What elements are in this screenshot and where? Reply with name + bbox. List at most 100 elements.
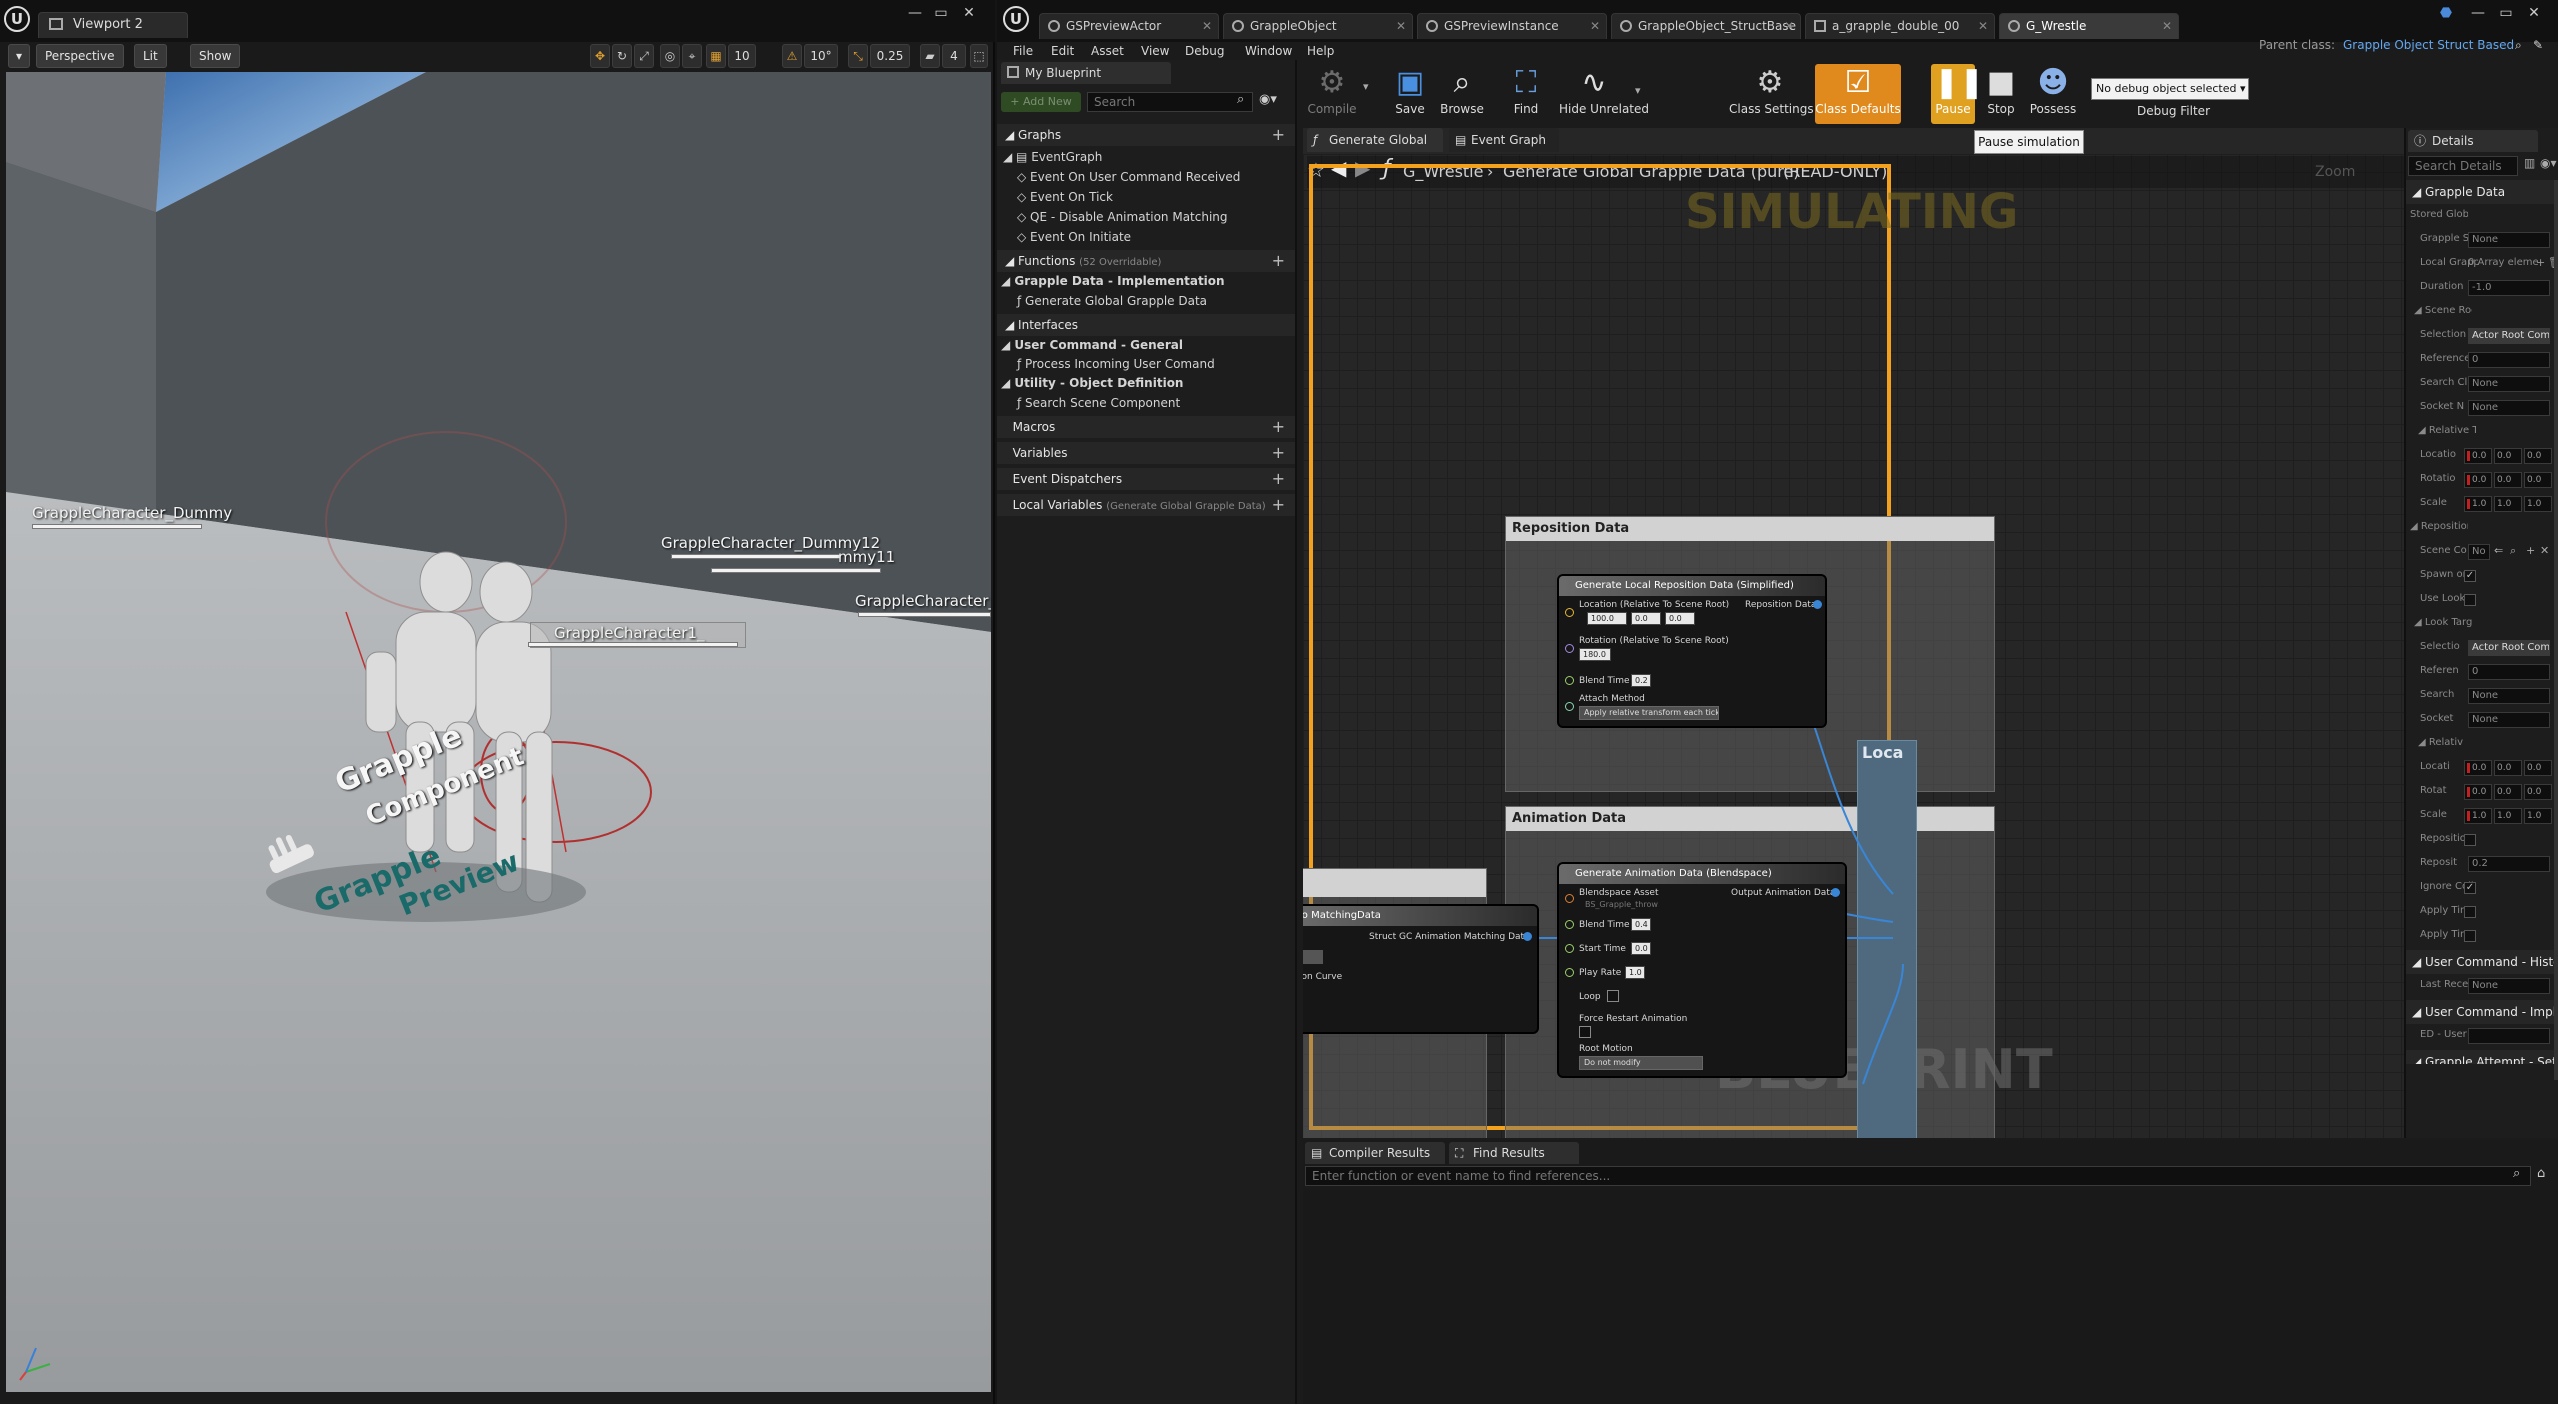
struct-output-pin-icon[interactable] [1831,888,1840,897]
world-local-icon[interactable]: ◎ [660,44,680,68]
rotation-snap-icon[interactable]: ⚠ [782,44,802,68]
vector-y-input[interactable]: 1.0 [2494,808,2522,824]
attach-method-select[interactable]: Apply relative transform each tick [1579,706,1719,720]
add-icon[interactable]: + [2526,544,2535,557]
surface-snap-icon[interactable]: ⌖ [682,44,702,68]
menu-debug[interactable]: Debug [1185,44,1224,58]
eye-options-icon[interactable]: ◉▾ [2540,156,2557,170]
maximize-icon[interactable]: ▭ [2495,6,2517,22]
clear-icon[interactable]: ✕ [2540,544,2549,557]
save-button[interactable]: ▣ Save [1381,64,1439,124]
blend-time-input[interactable]: 0.2 [1631,674,1651,687]
3d-viewport-scene[interactable]: Grapple Component Grapple Preview Grappl… [6,72,991,1392]
my-blueprint-tab[interactable]: My Blueprint [1001,62,1171,84]
vector-x-input[interactable]: 0.0 [2464,784,2492,800]
generate-reposition-node[interactable]: Generate Local Reposition Data (Simplifi… [1557,574,1827,728]
functions-section-header[interactable]: ◢ Functions (52 Overridable) + [997,250,1295,272]
add-graph-icon[interactable]: + [1272,124,1285,146]
graphs-section-header[interactable]: ◢ Graphs + [997,124,1295,146]
search-icon[interactable]: ⌕ [2513,1166,2520,1181]
source-control-icon[interactable]: ⬣ [2435,6,2457,22]
vector-x-input[interactable]: 0.0 [2464,472,2492,488]
menu-edit[interactable]: Edit [1051,44,1074,58]
scale-icon[interactable]: ⤢ [634,44,654,68]
vector-x-input[interactable]: 0.0 [2464,760,2492,776]
look-reference-input[interactable]: 0 [2468,664,2550,680]
add-dispatcher-icon[interactable]: + [1272,468,1285,490]
rotation-snap-value[interactable]: 10° [804,44,838,68]
property-matrix-icon[interactable]: ▥ [2524,156,2535,170]
event-item[interactable]: ◇ Event On User Command Received [1017,170,1240,184]
class-settings-button[interactable]: ⚙ Class Settings [1729,64,1814,124]
location-y-input[interactable]: 0.0 [1631,612,1661,625]
tab-a-grapple-double[interactable]: a_grapple_double_00 ✕ [1805,13,1995,39]
actor-label-grapplecharacter1[interactable]: GrappleCharacter1_ [554,624,705,642]
viewport-options-button[interactable]: ▾ [8,44,30,68]
tab-generate-global[interactable]: ƒGenerate Global Gr [1307,128,1443,171]
vector-z-input[interactable]: 0.0 [2524,448,2552,464]
search-class-input[interactable]: None [2468,376,2550,392]
minimize-icon[interactable]: — [904,6,926,22]
ignore-collision-checkbox[interactable]: ✓ [2464,882,2476,894]
look-socket-input[interactable]: None [2468,712,2550,728]
find-results-tab[interactable]: ⛶ Find Results [1449,1142,1579,1164]
close-icon[interactable]: ✕ [2523,6,2545,22]
close-icon[interactable]: ✕ [958,6,980,22]
user-command-history-section[interactable]: ◢ User Command - History [2406,950,2558,974]
vector-z-input[interactable]: 1.0 [2524,808,2552,824]
class-defaults-button[interactable]: ☑ Class Defaults [1815,64,1901,124]
interface-function-item[interactable]: ƒ Search Scene Component [1017,396,1180,410]
menu-help[interactable]: Help [1307,44,1334,58]
event-dispatchers-section-header[interactable]: Event Dispatchers + [997,468,1295,490]
matching-data-node[interactable]: io MatchingData Struct GC Animation Matc… [1303,904,1539,1034]
pause-button[interactable]: ❚❚ Pause [1931,64,1984,124]
lit-button[interactable]: Lit [134,44,167,68]
vector-x-input[interactable]: 1.0 [2464,808,2492,824]
debug-object-select[interactable]: No debug object selected ▾ [2091,78,2249,100]
tab-event-graph[interactable]: ▤ Event Graph [1449,128,1559,152]
find-references-input[interactable]: Enter function or event name to find ref… [1305,1166,2531,1186]
tab-grappleobject[interactable]: GrappleObject ✕ [1223,13,1413,39]
viewport-tab[interactable]: Viewport 2 [38,12,188,38]
camera-speed-icon[interactable]: ▰ [920,44,940,68]
look-search-input[interactable]: None [2468,688,2550,704]
selection-select[interactable]: Actor Root Component [2468,328,2550,344]
interface-category[interactable]: ◢ User Command - General [1001,338,1183,352]
compiler-results-tab[interactable]: ▤ Compiler Results [1305,1142,1445,1164]
tab-gspreviewinstance[interactable]: GSPreviewInstance ✕ [1417,13,1607,39]
search-icon[interactable]: ⌕ [2515,38,2522,53]
arrow-left-icon[interactable]: ⇐ [2494,544,2503,557]
grapple-attempt-section[interactable]: ◢ Grapple Attempt - Settings [2406,1050,2558,1064]
hide-unrelated-chevron-icon[interactable]: ▾ [1635,84,1641,97]
relative-transform-row[interactable]: ◢ Relative T [2406,420,2558,444]
parent-class-link[interactable]: Grapple Object Struct Based [2343,38,2514,52]
spawn-on-checkbox[interactable]: ✓ [2464,570,2476,582]
scale-snap-icon[interactable]: ⤡ [848,44,868,68]
reposition-checkbox[interactable] [2464,834,2476,846]
my-blueprint-search-input[interactable]: Search [1087,92,1253,112]
translate-icon[interactable]: ✥ [590,44,610,68]
vector-z-input[interactable]: 0.0 [2524,472,2552,488]
vector-z-input[interactable]: 1.0 [2524,496,2552,512]
vector-y-input[interactable]: 0.0 [2494,784,2522,800]
event-item[interactable]: ◇ QE - Disable Animation Matching [1017,210,1228,224]
property-value-field[interactable]: None [2468,232,2550,248]
enum-pin-icon[interactable] [1565,702,1574,711]
location-z-input[interactable]: 0.0 [1665,612,1695,625]
ed-user-input[interactable] [2468,1028,2550,1044]
local-variables-section-header[interactable]: Local Variables (Generate Global Grapple… [997,494,1295,516]
user-command-impl-section[interactable]: ◢ User Command - Implementation [2406,1000,2558,1024]
show-button[interactable]: Show [190,44,241,68]
compile-options-chevron-icon[interactable]: ▾ [1363,80,1369,93]
edit-icon[interactable]: ✎ [2533,38,2543,52]
close-tab-icon[interactable]: ✕ [2162,14,2172,38]
add-function-icon[interactable]: + [1272,250,1285,272]
menu-view[interactable]: View [1141,44,1169,58]
float-pin-icon[interactable] [1565,676,1574,685]
menu-asset[interactable]: Asset [1091,44,1124,58]
interfaces-section-header[interactable]: ◢ Interfaces [997,314,1295,336]
root-motion-select[interactable]: Do not modify [1579,1056,1703,1070]
close-tab-icon[interactable]: ✕ [1590,14,1600,38]
stored-global-row[interactable]: Stored Global [2406,204,2558,228]
maximize-viewport-icon[interactable]: ⬚ [970,44,988,68]
